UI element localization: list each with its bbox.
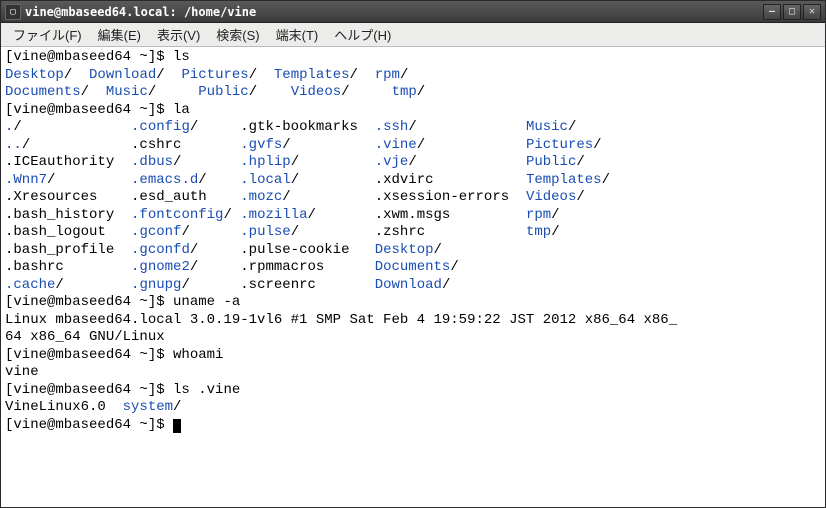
prompt: [vine@mbaseed64 ~]$ bbox=[5, 382, 173, 398]
dir: .hplip bbox=[240, 154, 290, 170]
window-title: vine@mbaseed64.local: /home/vine bbox=[25, 5, 763, 19]
dir: Templates bbox=[526, 172, 602, 188]
prompt: [vine@mbaseed64 ~]$ bbox=[5, 49, 173, 65]
dir: tmp bbox=[526, 224, 551, 240]
file: .screenrc bbox=[240, 277, 316, 293]
dir: .gconfd bbox=[131, 242, 190, 258]
menu-help[interactable]: ヘルプ(H) bbox=[326, 23, 399, 46]
dir: system bbox=[123, 399, 173, 415]
file: .bash_profile bbox=[5, 242, 114, 258]
file: .gtk-bookmarks bbox=[240, 119, 358, 135]
dir: .emacs.d bbox=[131, 172, 198, 188]
dir: Music bbox=[106, 84, 148, 100]
uname-output: Linux mbaseed64.local 3.0.19-1vl6 #1 SMP… bbox=[5, 312, 677, 346]
dir: Documents bbox=[375, 259, 451, 275]
cmd-la: la bbox=[173, 102, 190, 118]
dir: . bbox=[5, 119, 13, 135]
dir: .gnome2 bbox=[131, 259, 190, 275]
file: .bashrc bbox=[5, 259, 64, 275]
window-controls: — □ ✕ bbox=[763, 4, 821, 20]
dir: .gnupg bbox=[131, 277, 181, 293]
dir: tmp bbox=[392, 84, 417, 100]
prompt: [vine@mbaseed64 ~]$ bbox=[5, 102, 173, 118]
cmd-uname: uname -a bbox=[173, 294, 240, 310]
dir: Pictures bbox=[526, 137, 593, 153]
dir: .mozc bbox=[240, 189, 282, 205]
dir: .pulse bbox=[240, 224, 290, 240]
dir: .vje bbox=[375, 154, 409, 170]
file: .zshrc bbox=[375, 224, 425, 240]
dir: .local bbox=[240, 172, 290, 188]
dir: rpm bbox=[526, 207, 551, 223]
dir: Download bbox=[375, 277, 442, 293]
lsvine-file: VineLinux6.0 bbox=[5, 399, 123, 415]
file: .bash_logout bbox=[5, 224, 106, 240]
file: .bash_history bbox=[5, 207, 114, 223]
file: .xwm.msgs bbox=[375, 207, 451, 223]
dir: Download bbox=[89, 67, 156, 83]
file: .rpmmacros bbox=[240, 259, 324, 275]
dir: Public bbox=[526, 154, 576, 170]
dir: Public bbox=[198, 84, 248, 100]
dir: Videos bbox=[291, 84, 341, 100]
dir: .config bbox=[131, 119, 190, 135]
file: .xdvirc bbox=[375, 172, 434, 188]
prompt: [vine@mbaseed64 ~]$ bbox=[5, 294, 173, 310]
close-button[interactable]: ✕ bbox=[803, 4, 821, 20]
dir: .vine bbox=[375, 137, 417, 153]
file: .pulse-cookie bbox=[240, 242, 349, 258]
dir: .Wnn7 bbox=[5, 172, 47, 188]
dir: .gconf bbox=[131, 224, 181, 240]
dir: Videos bbox=[526, 189, 576, 205]
dir: rpm bbox=[375, 67, 400, 83]
menu-search[interactable]: 検索(S) bbox=[208, 23, 267, 46]
menu-edit[interactable]: 編集(E) bbox=[90, 23, 149, 46]
prompt: [vine@mbaseed64 ~]$ bbox=[5, 417, 173, 433]
cmd-ls: ls bbox=[173, 49, 190, 65]
dir: Documents bbox=[5, 84, 81, 100]
file: .xsession-errors bbox=[375, 189, 509, 205]
terminal-output[interactable]: [vine@mbaseed64 ~]$ ls Desktop/ Download… bbox=[1, 47, 825, 507]
file: .esd_auth bbox=[131, 189, 207, 205]
dir: Templates bbox=[274, 67, 350, 83]
minimize-button[interactable]: — bbox=[763, 4, 781, 20]
dir: Pictures bbox=[181, 67, 248, 83]
file: .Xresources bbox=[5, 189, 97, 205]
dir: .cache bbox=[5, 277, 55, 293]
cmd-lsvine: ls .vine bbox=[173, 382, 240, 398]
cmd-whoami: whoami bbox=[173, 347, 223, 363]
prompt: [vine@mbaseed64 ~]$ bbox=[5, 347, 173, 363]
dir: .gvfs bbox=[240, 137, 282, 153]
dir: .dbus bbox=[131, 154, 173, 170]
menu-terminal[interactable]: 端末(T) bbox=[268, 23, 327, 46]
dir: .. bbox=[5, 137, 22, 153]
cursor bbox=[173, 419, 181, 433]
titlebar: ▢ vine@mbaseed64.local: /home/vine — □ ✕ bbox=[1, 1, 825, 23]
dir: Music bbox=[526, 119, 568, 135]
file: .cshrc bbox=[131, 137, 181, 153]
dir: Desktop bbox=[5, 67, 64, 83]
maximize-button[interactable]: □ bbox=[783, 4, 801, 20]
app-icon: ▢ bbox=[5, 4, 21, 20]
whoami-output: vine bbox=[5, 364, 39, 380]
dir: .ssh bbox=[375, 119, 409, 135]
menu-file[interactable]: ファイル(F) bbox=[5, 23, 90, 46]
terminal-window: ▢ vine@mbaseed64.local: /home/vine — □ ✕… bbox=[0, 0, 826, 508]
file: .ICEauthority bbox=[5, 154, 114, 170]
dir: .fontconfig bbox=[131, 207, 223, 223]
menubar: ファイル(F) 編集(E) 表示(V) 検索(S) 端末(T) ヘルプ(H) bbox=[1, 23, 825, 47]
dir: .mozilla bbox=[240, 207, 307, 223]
menu-view[interactable]: 表示(V) bbox=[149, 23, 208, 46]
dir: Desktop bbox=[375, 242, 434, 258]
